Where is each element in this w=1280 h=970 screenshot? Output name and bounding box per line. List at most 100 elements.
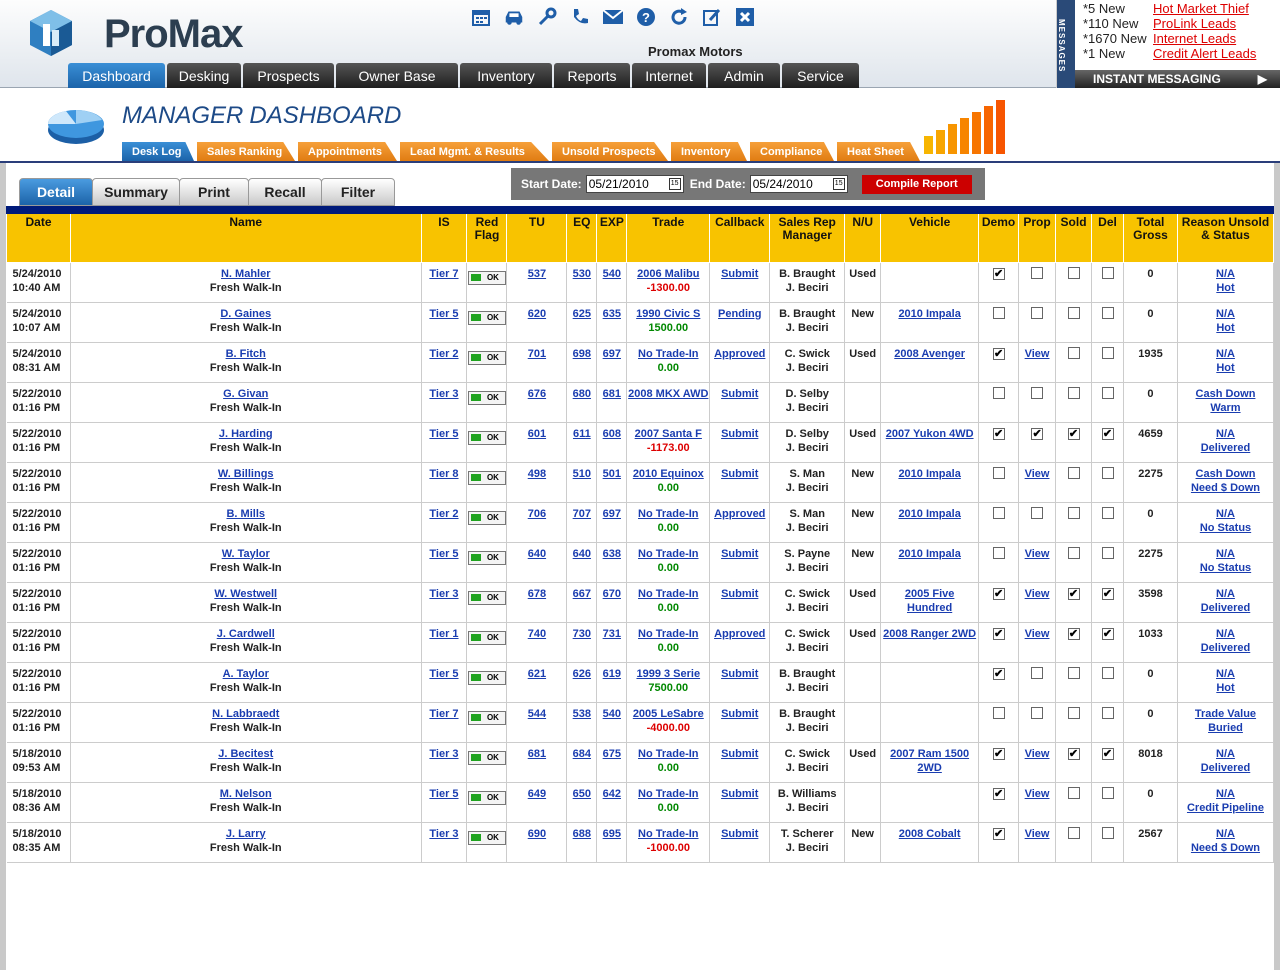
demo-checkbox[interactable] (992, 466, 1005, 479)
tier-link[interactable]: Tier 7 (429, 708, 458, 720)
reason-link[interactable]: N/A (1216, 828, 1235, 840)
exp-link[interactable]: 501 (603, 468, 621, 480)
eq-link[interactable]: 680 (573, 388, 591, 400)
trade-link[interactable]: No Trade-In (638, 628, 699, 640)
green-flag-icon[interactable]: OK (467, 830, 506, 845)
exp-link[interactable]: 697 (603, 508, 621, 520)
green-flag-icon[interactable]: OK (467, 430, 506, 445)
sold-checkbox[interactable] (1067, 506, 1080, 519)
start-date-field[interactable]: 05/21/2010 15 (585, 175, 684, 193)
prop-view-link[interactable]: View (1025, 748, 1050, 760)
column-header[interactable]: Total Gross (1123, 209, 1178, 263)
tier-link[interactable]: Tier 7 (429, 268, 458, 280)
tu-link[interactable]: 681 (528, 748, 546, 760)
prop-checkbox[interactable] (1031, 266, 1044, 279)
exp-link[interactable]: 697 (603, 348, 621, 360)
prop-view-link[interactable]: View (1025, 468, 1050, 480)
trade-link[interactable]: No Trade-In (638, 508, 699, 520)
status-link[interactable]: Hot (1216, 282, 1234, 294)
tier-link[interactable]: Tier 2 (429, 348, 458, 360)
view-tab-detail[interactable]: Detail (19, 178, 93, 206)
subtab-appointments[interactable]: Appointments (298, 142, 397, 161)
demo-checkbox[interactable] (992, 546, 1005, 559)
trade-link[interactable]: 2006 Malibu (637, 268, 699, 280)
subtab-unsold-prospects[interactable]: Unsold Prospects (552, 142, 668, 161)
customer-name-link[interactable]: D. Gaines (220, 308, 271, 320)
nav-tab-inventory[interactable]: Inventory (460, 63, 552, 88)
customer-name-link[interactable]: N. Mahler (221, 268, 271, 280)
column-header[interactable]: Del (1091, 209, 1124, 263)
nav-tab-owner-base[interactable]: Owner Base (336, 63, 458, 88)
vehicle-link[interactable]: 2008 Cobalt (899, 828, 961, 840)
tier-link[interactable]: Tier 3 (429, 588, 458, 600)
nav-tab-desking[interactable]: Desking (167, 63, 241, 88)
eq-link[interactable]: 510 (573, 468, 591, 480)
exp-link[interactable]: 681 (603, 388, 621, 400)
callback-link[interactable]: Submit (721, 828, 758, 840)
prop-view-link[interactable]: View (1025, 788, 1050, 800)
tu-link[interactable]: 640 (528, 548, 546, 560)
green-flag-icon[interactable]: OK (467, 510, 506, 525)
tier-link[interactable]: Tier 3 (429, 388, 458, 400)
trade-link[interactable]: 1999 3 Serie (636, 668, 700, 680)
status-link[interactable]: Warm (1210, 402, 1240, 414)
eq-link[interactable]: 707 (573, 508, 591, 520)
car-icon[interactable] (503, 6, 525, 28)
exp-link[interactable]: 619 (603, 668, 621, 680)
tier-link[interactable]: Tier 1 (429, 628, 458, 640)
subtab-desk-log[interactable]: Desk Log (122, 142, 194, 161)
phone-icon[interactable] (569, 6, 591, 28)
sold-checkbox[interactable] (1067, 466, 1080, 479)
subtab-lead-mgmt[interactable]: Lead Mgmt. & Results (400, 142, 549, 161)
reason-link[interactable]: Trade Value (1195, 708, 1256, 720)
column-header[interactable]: Callback (709, 209, 771, 263)
exp-link[interactable]: 731 (603, 628, 621, 640)
tu-link[interactable]: 701 (528, 348, 546, 360)
instant-messaging-button[interactable]: INSTANT MESSAGING ▶ (1075, 70, 1280, 88)
eq-link[interactable]: 530 (573, 268, 591, 280)
trade-link[interactable]: No Trade-In (638, 828, 699, 840)
exp-link[interactable]: 608 (603, 428, 621, 440)
subtab-sales-ranking[interactable]: Sales Ranking (197, 142, 295, 161)
tu-link[interactable]: 706 (528, 508, 546, 520)
delivered-checkbox[interactable] (1101, 506, 1114, 519)
demo-checkbox[interactable] (992, 706, 1005, 719)
demo-checkbox[interactable]: ✔ (992, 347, 1005, 360)
sold-checkbox[interactable]: ✔ (1067, 587, 1080, 600)
demo-checkbox[interactable] (992, 506, 1005, 519)
eq-link[interactable]: 611 (573, 428, 591, 440)
customer-name-link[interactable]: A. Taylor (223, 668, 269, 680)
trade-link[interactable]: No Trade-In (638, 548, 699, 560)
eq-link[interactable]: 640 (573, 548, 591, 560)
trade-link[interactable]: 1990 Civic S (636, 308, 700, 320)
reason-link[interactable]: N/A (1216, 268, 1235, 280)
vehicle-link[interactable]: 2010 Impala (898, 548, 960, 560)
callback-link[interactable]: Pending (718, 308, 761, 320)
help-icon[interactable]: ? (635, 6, 657, 28)
sold-checkbox[interactable] (1067, 266, 1080, 279)
demo-checkbox[interactable]: ✔ (992, 667, 1005, 680)
column-header[interactable]: Date (6, 209, 71, 263)
vehicle-link[interactable]: 2008 Ranger 2WD (883, 628, 976, 640)
status-link[interactable]: Delivered (1201, 642, 1251, 654)
tu-link[interactable]: 740 (528, 628, 546, 640)
calendar-icon[interactable] (470, 6, 492, 28)
prop-view-link[interactable]: View (1025, 628, 1050, 640)
sold-checkbox[interactable]: ✔ (1067, 627, 1080, 640)
demo-checkbox[interactable]: ✔ (992, 627, 1005, 640)
green-flag-icon[interactable]: OK (467, 350, 506, 365)
green-flag-icon[interactable]: OK (467, 310, 506, 325)
subtab-heat-sheet[interactable]: Heat Sheet (837, 142, 920, 161)
column-header[interactable]: Name (69, 209, 422, 263)
column-header[interactable]: TU (506, 209, 568, 263)
eq-link[interactable]: 625 (573, 308, 591, 320)
tier-link[interactable]: Tier 3 (429, 828, 458, 840)
message-link-credit-alert-leads[interactable]: Credit Alert Leads (1153, 46, 1256, 61)
end-date-field[interactable]: 05/24/2010 15 (749, 175, 848, 193)
delivered-checkbox[interactable] (1101, 706, 1114, 719)
prop-view-link[interactable]: View (1025, 588, 1050, 600)
tu-link[interactable]: 601 (528, 428, 546, 440)
green-flag-icon[interactable]: OK (467, 750, 506, 765)
view-tab-recall[interactable]: Recall (248, 178, 322, 206)
delivered-checkbox[interactable] (1101, 386, 1114, 399)
